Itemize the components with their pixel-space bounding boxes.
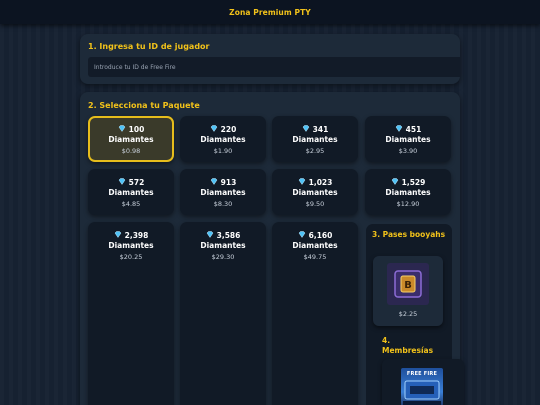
- package-card[interactable]: 341 Diamantes $2.95: [272, 116, 358, 162]
- package-amount-value: 3,586: [216, 231, 241, 240]
- package-card[interactable]: 1,023 Diamantes $9.50: [272, 169, 358, 215]
- membership-title: 4. Membresías: [382, 336, 434, 355]
- package-card[interactable]: 451 Diamantes $3.90: [365, 116, 451, 162]
- package-card[interactable]: 913 Diamantes $8.30: [180, 169, 266, 215]
- diamond-icon: [114, 231, 122, 241]
- package-amount-value: 1,023: [308, 178, 333, 187]
- header-bar: Zona Premium PTY: [0, 0, 540, 24]
- diamond-icon: [391, 178, 399, 188]
- package-unit: Diamantes: [385, 135, 431, 144]
- package-amount: 451: [365, 125, 451, 135]
- package-amount: 3,586: [180, 231, 266, 241]
- player-id-title: 1. Ingresa tu ID de jugador: [88, 42, 210, 51]
- diamond-icon: [210, 125, 218, 135]
- free-fire-membership-icon: FREE FIRE: [401, 368, 443, 405]
- package-amount: 572: [88, 178, 174, 188]
- package-card[interactable]: 6,160 Diamantes $49.75: [272, 222, 358, 405]
- booyah-pass-icon: B: [387, 263, 429, 305]
- package-amount-value: 572: [128, 178, 145, 187]
- package-price: $12.90: [396, 200, 420, 208]
- package-card[interactable]: 3,586 Diamantes $29.30: [180, 222, 266, 405]
- package-amount: 1,023: [272, 178, 358, 188]
- package-amount-value: 451: [405, 125, 422, 134]
- package-card[interactable]: 1,529 Diamantes $12.90: [365, 169, 451, 215]
- package-amount-value: 6,160: [308, 231, 333, 240]
- package-price: $8.30: [213, 200, 233, 208]
- package-price: $20.25: [119, 253, 143, 261]
- diamond-icon: [118, 125, 126, 135]
- package-price: $1.90: [213, 147, 233, 155]
- package-amount: 6,160: [272, 231, 358, 241]
- package-amount: 100: [90, 125, 172, 135]
- package-price: $9.50: [305, 200, 325, 208]
- package-unit: Diamantes: [200, 188, 246, 197]
- package-unit: Diamantes: [292, 188, 338, 197]
- player-id-input[interactable]: [88, 57, 460, 77]
- package-unit: Diamantes: [108, 135, 154, 144]
- booyah-pass-card[interactable]: B $2.25: [373, 256, 443, 326]
- player-id-panel: 1. Ingresa tu ID de jugador: [80, 34, 460, 84]
- package-amount-value: 341: [312, 125, 329, 134]
- package-amount: 913: [180, 178, 266, 188]
- membership-card[interactable]: FREE FIRE: [382, 359, 464, 405]
- package-price: $2.95: [305, 147, 325, 155]
- package-unit: Diamantes: [200, 241, 246, 250]
- diamond-icon: [206, 231, 214, 241]
- package-title: 2. Selecciona tu Paquete: [88, 101, 200, 110]
- package-amount: 220: [180, 125, 266, 135]
- package-price: $0.98: [121, 147, 141, 155]
- package-amount: 2,398: [88, 231, 174, 241]
- package-card[interactable]: 572 Diamantes $4.85: [88, 169, 174, 215]
- booyah-title: 3. Pases booyahs: [372, 230, 446, 239]
- svg-text:B: B: [404, 280, 412, 291]
- package-amount-value: 100: [128, 125, 145, 134]
- diamond-icon: [302, 125, 310, 135]
- package-unit: Diamantes: [292, 241, 338, 250]
- package-amount: 1,529: [365, 178, 451, 188]
- diamond-icon: [298, 178, 306, 188]
- package-unit: Diamantes: [108, 188, 154, 197]
- package-unit: Diamantes: [108, 241, 154, 250]
- diamond-icon: [118, 178, 126, 188]
- package-price: $29.30: [211, 253, 235, 261]
- package-unit: Diamantes: [292, 135, 338, 144]
- package-card[interactable]: 2,398 Diamantes $20.25: [88, 222, 174, 405]
- diamond-icon: [298, 231, 306, 241]
- package-card[interactable]: 100 Diamantes $0.98: [88, 116, 174, 162]
- package-unit: Diamantes: [385, 188, 431, 197]
- package-amount-value: 220: [220, 125, 237, 134]
- booyah-pass-price: $2.25: [398, 310, 418, 318]
- package-price: $4.85: [121, 200, 141, 208]
- package-amount-value: 913: [220, 178, 237, 187]
- package-amount-value: 2,398: [124, 231, 149, 240]
- package-amount: 341: [272, 125, 358, 135]
- package-price: $49.75: [303, 253, 327, 261]
- package-card[interactable]: 220 Diamantes $1.90: [180, 116, 266, 162]
- diamond-icon: [395, 125, 403, 135]
- package-unit: Diamantes: [200, 135, 246, 144]
- package-price: $3.90: [398, 147, 418, 155]
- site-title: Zona Premium PTY: [229, 7, 311, 17]
- package-amount-value: 1,529: [401, 178, 426, 187]
- diamond-icon: [210, 178, 218, 188]
